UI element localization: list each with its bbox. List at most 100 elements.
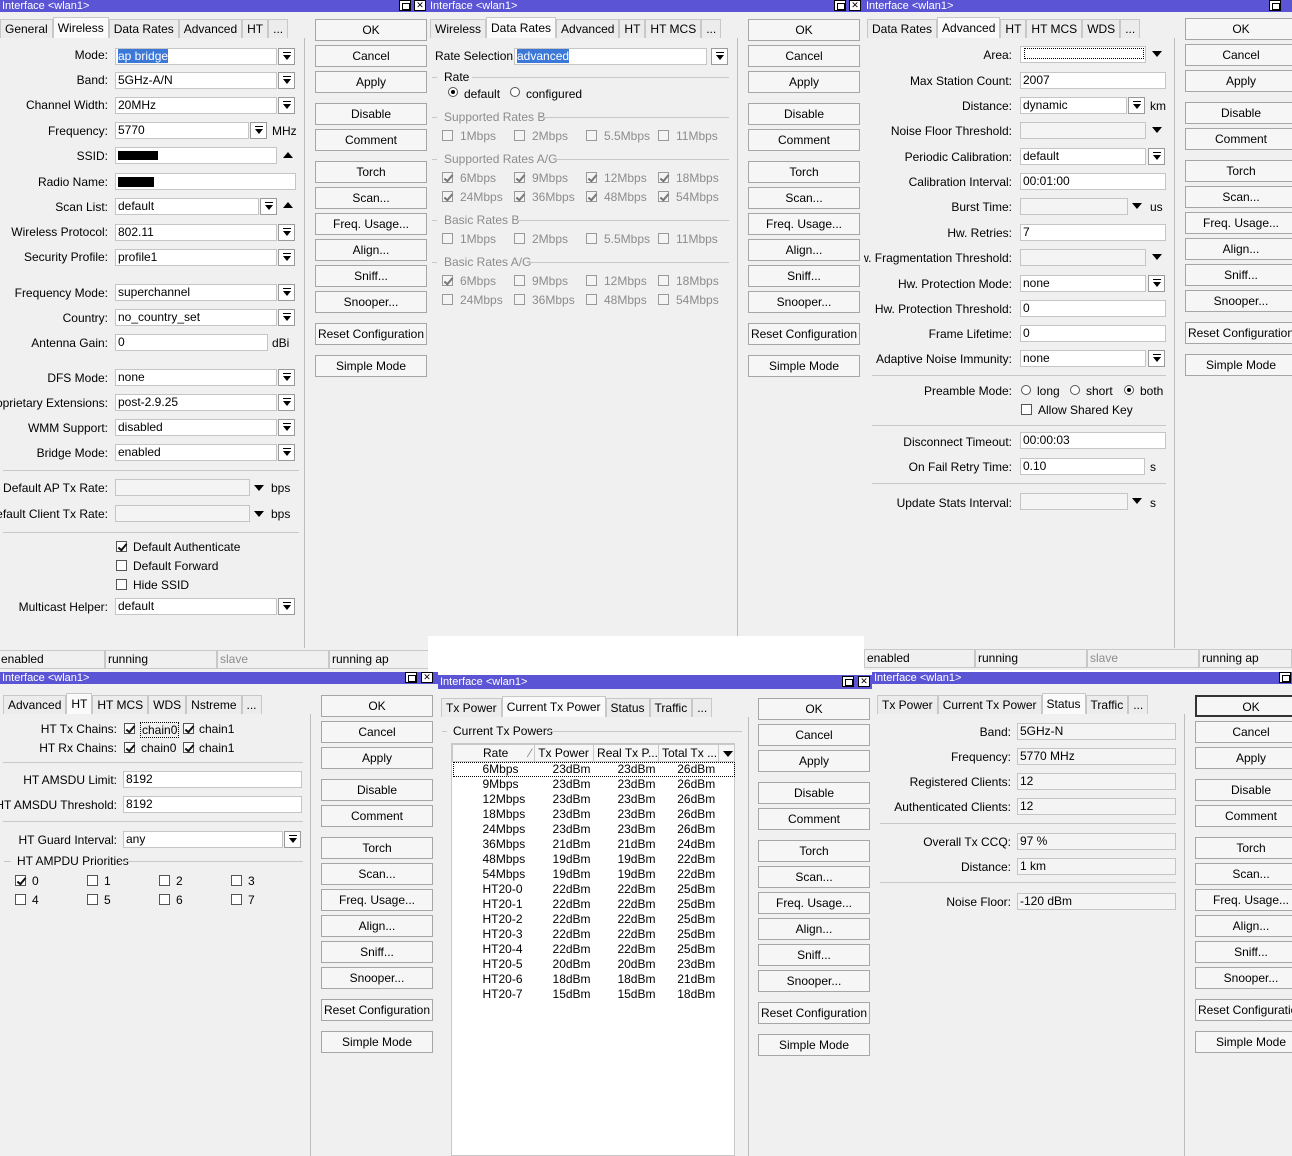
tab-wireless[interactable]: Wireless (52, 17, 109, 38)
tab-current-tx-power[interactable]: Current Tx Power (501, 696, 606, 717)
comment-button[interactable]: Comment (315, 129, 427, 151)
frequency-mode-select[interactable]: superchannel (115, 284, 277, 301)
supported-b-5-5mbps-checkbox[interactable] (586, 130, 597, 141)
supported-b-2mbps-checkbox[interactable] (514, 130, 525, 141)
dfs-mode-select[interactable]: none (115, 369, 277, 386)
tab-more[interactable]: ... (701, 19, 722, 38)
torch-button[interactable]: Torch (1195, 837, 1292, 859)
tab-tx-power[interactable]: Tx Power (877, 695, 938, 714)
title-bar[interactable]: Interface <wlan1> (0, 672, 438, 684)
apply-button[interactable]: Apply (315, 71, 427, 93)
col-real-tx-power[interactable]: Real Tx P... (593, 744, 659, 762)
tab-status[interactable]: Status (1041, 693, 1086, 714)
ampdu-priority-6-checkbox[interactable] (159, 894, 170, 905)
apply-button[interactable]: Apply (1185, 70, 1292, 92)
apply-button[interactable]: Apply (758, 750, 870, 772)
tab-status[interactable]: Status (605, 698, 650, 717)
table-row[interactable]: HT20-2 22dBm 22dBm 25dBm (453, 912, 735, 927)
tab-traffic[interactable]: Traffic (1085, 695, 1129, 714)
ampdu-priority-7-checkbox[interactable] (231, 894, 242, 905)
area-select[interactable] (1020, 46, 1146, 63)
adaptive-noise-dropdown-icon[interactable] (1148, 350, 1165, 367)
supported-b-11mbps-checkbox[interactable] (658, 130, 669, 141)
band-select[interactable]: 5GHz-A/N (115, 72, 277, 89)
basic-ag-12mbps-checkbox[interactable] (586, 275, 597, 286)
tab-wireless[interactable]: Wireless (430, 19, 487, 38)
mode-select[interactable]: ap bridge (115, 48, 277, 65)
ampdu-priority-0-checkbox[interactable] (15, 875, 26, 886)
tab-wds[interactable]: WDS (1082, 19, 1121, 38)
tx-chain0-checkbox[interactable] (124, 723, 135, 734)
hw-prot-mode-dropdown-icon[interactable] (1148, 275, 1165, 292)
tab-more[interactable]: ... (268, 19, 289, 38)
tab-more[interactable]: ... (241, 695, 262, 714)
distance-select[interactable]: dynamic (1020, 97, 1127, 114)
frequency-dropdown-icon[interactable] (250, 122, 267, 139)
reset-configuration-button[interactable]: Reset Configuration (321, 999, 433, 1021)
table-row[interactable]: HT20-3 22dBm 22dBm 25dBm (453, 927, 735, 942)
col-tx-power[interactable]: Tx Power (534, 744, 595, 762)
simple-mode-button[interactable]: Simple Mode (1195, 1031, 1292, 1053)
table-row[interactable]: 24Mbps 23dBm 23dBm 26dBm (453, 822, 735, 837)
comment-button[interactable]: Comment (1195, 805, 1292, 827)
ampdu-priority-3-checkbox[interactable] (231, 875, 242, 886)
title-bar[interactable]: Interface <wlan1> (438, 675, 872, 689)
preamble-both-radio[interactable] (1124, 385, 1134, 395)
sniff-button[interactable]: Sniff... (748, 265, 860, 287)
update-stats-dropdown-icon[interactable] (1132, 498, 1142, 504)
noise-floor-dropdown-icon[interactable] (1152, 127, 1162, 133)
ok-button[interactable]: OK (748, 19, 860, 41)
scan-button[interactable]: Scan... (758, 866, 870, 888)
sniff-button[interactable]: Sniff... (321, 941, 433, 963)
default-forward-checkbox[interactable] (116, 560, 127, 571)
apply-button[interactable]: Apply (321, 747, 433, 769)
scan-list-select[interactable]: default (115, 198, 259, 215)
snooper-button[interactable]: Snooper... (1185, 290, 1292, 312)
basic-ag-48mbps-checkbox[interactable] (586, 294, 597, 305)
multicast-helper-select[interactable]: default (115, 598, 277, 615)
tab-data-rates[interactable]: Data Rates (867, 19, 938, 38)
table-row[interactable]: 9Mbps 23dBm 23dBm 26dBm (453, 777, 735, 792)
multicast-helper-dropdown-icon[interactable] (278, 598, 295, 615)
periodic-cal-select[interactable]: default (1020, 148, 1146, 165)
default-authenticate-checkbox[interactable] (116, 541, 127, 552)
align-button[interactable]: Align... (321, 915, 433, 937)
default-ap-tx-select[interactable] (115, 479, 250, 496)
area-dropdown-icon[interactable] (1152, 51, 1162, 57)
align-button[interactable]: Align... (1185, 238, 1292, 260)
tab-ht-mcs[interactable]: HT MCS (645, 19, 702, 38)
default-ap-tx-dropdown-icon[interactable] (254, 485, 264, 491)
torch-button[interactable]: Torch (1185, 160, 1292, 182)
scan-button[interactable]: Scan... (321, 863, 433, 885)
simple-mode-button[interactable]: Simple Mode (1185, 354, 1292, 376)
reset-configuration-button[interactable]: Reset Configuration (748, 323, 860, 345)
rx-chain1-checkbox[interactable] (183, 742, 194, 753)
cancel-button[interactable]: Cancel (321, 721, 433, 743)
comment-button[interactable]: Comment (748, 129, 860, 151)
basic-ag-24mbps-checkbox[interactable] (442, 294, 453, 305)
freq-usage-button[interactable]: Freq. Usage... (1185, 212, 1292, 234)
freq-usage-button[interactable]: Freq. Usage... (315, 213, 427, 235)
table-row[interactable]: HT20-0 22dBm 22dBm 25dBm (453, 882, 735, 897)
sniff-button[interactable]: Sniff... (758, 944, 870, 966)
country-select[interactable]: no_country_set (115, 309, 277, 326)
cancel-button[interactable]: Cancel (1195, 721, 1292, 743)
title-bar[interactable]: Interface <wlan1> (428, 0, 864, 12)
maximize-icon[interactable] (399, 0, 411, 11)
rate-default-radio[interactable] (448, 87, 458, 97)
supported-ag-18mbps-checkbox[interactable] (658, 172, 669, 183)
ssid-collapse-icon[interactable] (283, 152, 293, 158)
table-row[interactable]: HT20-6 18dBm 18dBm 21dBm (453, 972, 735, 987)
scan-button[interactable]: Scan... (1195, 863, 1292, 885)
simple-mode-button[interactable]: Simple Mode (748, 355, 860, 377)
frequency-select[interactable]: 5770 (115, 122, 249, 139)
hw-retries-input[interactable]: 7 (1020, 224, 1166, 241)
scan-list-collapse-icon[interactable] (283, 202, 293, 208)
apply-button[interactable]: Apply (748, 71, 860, 93)
tab-advanced[interactable]: Advanced (556, 19, 620, 38)
wireless-protocol-dropdown-icon[interactable] (278, 224, 295, 241)
tab-ht-mcs[interactable]: HT MCS (92, 695, 149, 714)
burst-time-dropdown-icon[interactable] (1132, 203, 1142, 209)
default-client-tx-select[interactable] (115, 505, 250, 522)
maximize-icon[interactable] (1269, 0, 1281, 11)
